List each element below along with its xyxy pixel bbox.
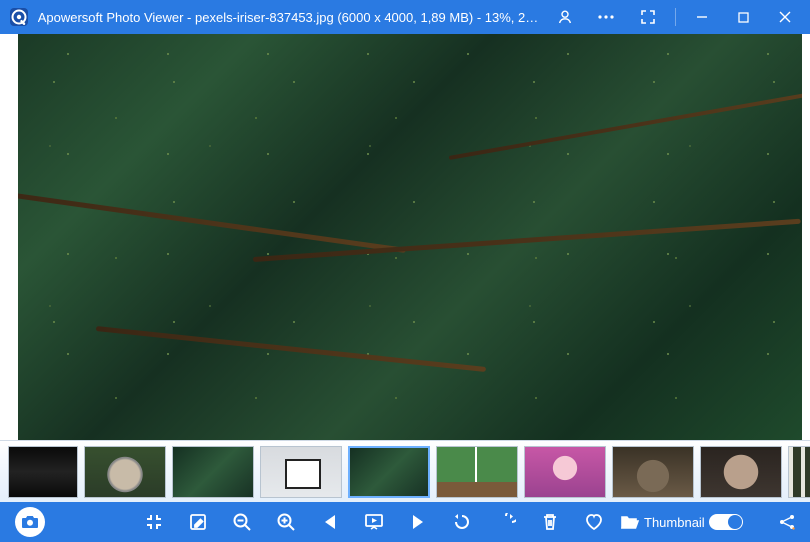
heart-icon [584,513,604,531]
thumbnail-item[interactable] [788,446,810,498]
zoom-out-button[interactable] [220,502,264,542]
more-button[interactable] [586,0,627,34]
thumbnail-item[interactable] [172,446,254,498]
zoom-in-icon [276,512,296,532]
slideshow-icon [365,514,383,530]
minimize-button[interactable] [682,0,723,34]
rotate-right-icon [496,513,516,531]
bottom-toolbar: Thumbnail [0,502,810,542]
share-button[interactable] [772,502,802,542]
thumbnail-item[interactable] [700,446,782,498]
rotate-left-button[interactable] [440,502,484,542]
delete-button[interactable] [528,502,572,542]
thumbnail-item[interactable] [524,446,606,498]
screenshot-button[interactable] [8,502,52,542]
fit-icon [145,513,163,531]
next-button[interactable] [396,502,440,542]
main-image [18,34,802,440]
favorite-button[interactable] [572,502,616,542]
close-button[interactable] [764,0,805,34]
slideshow-button[interactable] [352,502,396,542]
share-icon [778,513,796,531]
folder-open-icon [620,514,640,530]
zoom-in-button[interactable] [264,502,308,542]
fullscreen-button[interactable] [627,0,668,34]
maximize-button[interactable] [723,0,764,34]
rotate-right-button[interactable] [484,502,528,542]
fit-button[interactable] [132,502,176,542]
edit-icon [189,513,207,531]
edit-button[interactable] [176,502,220,542]
thumbnail-item[interactable] [436,446,518,498]
camera-icon [21,515,39,529]
app-logo-icon [8,6,30,28]
thumbnail-switch[interactable] [709,514,743,530]
zoom-out-icon [232,512,252,532]
prev-button[interactable] [308,502,352,542]
thumbnail-strip [0,440,810,502]
prev-icon [323,514,337,530]
image-viewer[interactable] [0,34,810,440]
account-button[interactable] [544,0,585,34]
thumbnail-item-selected[interactable] [348,446,430,498]
rotate-left-icon [452,513,472,531]
thumbnail-item[interactable] [8,446,78,498]
thumbnail-toggle[interactable]: Thumbnail [620,514,743,530]
thumbnail-label: Thumbnail [644,515,705,530]
thumbnail-item[interactable] [84,446,166,498]
trash-icon [542,513,558,531]
thumbnail-item[interactable] [260,446,342,498]
app-window: Apowersoft Photo Viewer - pexels-iriser-… [0,0,810,542]
thumbnail-item[interactable] [612,446,694,498]
titlebar: Apowersoft Photo Viewer - pexels-iriser-… [0,0,810,34]
divider [675,8,676,26]
window-title: Apowersoft Photo Viewer - pexels-iriser-… [38,10,544,25]
next-icon [411,514,425,530]
